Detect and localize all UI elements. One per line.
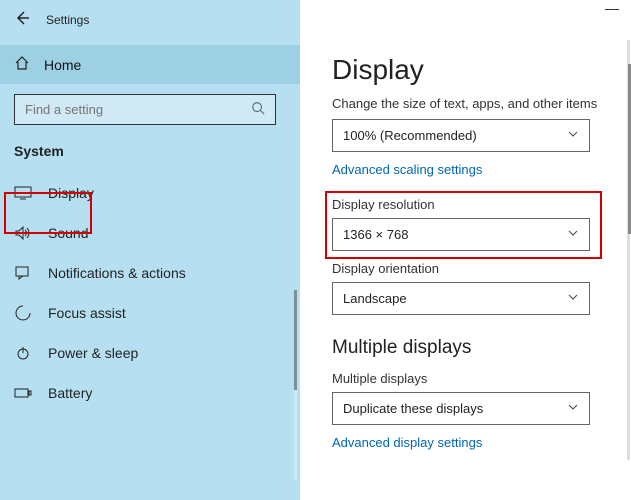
- chevron-down-icon: [567, 291, 579, 306]
- multiple-displays-select[interactable]: Duplicate these displays: [332, 392, 590, 425]
- window-title: Settings: [46, 13, 89, 27]
- scale-select[interactable]: 100% (Recommended): [332, 119, 590, 152]
- sidebar-scrollbar-thumb[interactable]: [294, 290, 297, 390]
- sidebar: Settings Home System Display: [0, 0, 300, 500]
- multiple-displays-label: Multiple displays: [332, 371, 611, 386]
- sidebar-item-label: Notifications & actions: [48, 265, 186, 281]
- notifications-icon: [14, 266, 32, 280]
- titlebar: Settings: [0, 6, 300, 37]
- focus-assist-icon: [14, 305, 32, 321]
- advanced-display-link[interactable]: Advanced display settings: [332, 435, 482, 450]
- sound-icon: [14, 226, 32, 240]
- orientation-value: Landscape: [343, 291, 407, 306]
- orientation-label: Display orientation: [332, 261, 611, 276]
- search-icon: [251, 101, 265, 118]
- scale-value: 100% (Recommended): [343, 128, 477, 143]
- advanced-scaling-link[interactable]: Advanced scaling settings: [332, 162, 482, 177]
- sidebar-item-label: Display: [48, 185, 94, 201]
- window: Settings Home System Display: [0, 0, 631, 500]
- sidebar-nav: Display Sound Notifications & actions Fo…: [0, 173, 300, 413]
- display-icon: [14, 186, 32, 200]
- sidebar-home[interactable]: Home: [0, 45, 300, 84]
- search-wrap: [0, 84, 300, 133]
- home-icon: [14, 55, 30, 74]
- back-icon[interactable]: [14, 10, 30, 29]
- home-label: Home: [44, 57, 81, 73]
- sidebar-category: System: [0, 133, 300, 163]
- sidebar-item-notifications[interactable]: Notifications & actions: [0, 253, 300, 293]
- sidebar-item-sound[interactable]: Sound: [0, 213, 300, 253]
- chevron-down-icon: [567, 401, 579, 416]
- search-field[interactable]: [25, 102, 251, 117]
- sidebar-item-power-sleep[interactable]: Power & sleep: [0, 333, 300, 373]
- minimize-button[interactable]: —: [605, 0, 619, 16]
- multiple-displays-heading: Multiple displays: [332, 337, 611, 359]
- chevron-down-icon: [567, 128, 579, 143]
- sidebar-item-label: Sound: [48, 225, 88, 241]
- highlight-resolution: [325, 191, 602, 259]
- search-input[interactable]: [14, 94, 276, 125]
- sidebar-item-label: Power & sleep: [48, 345, 138, 361]
- page-title: Display: [332, 54, 611, 86]
- power-icon: [14, 345, 32, 361]
- orientation-select[interactable]: Landscape: [332, 282, 590, 315]
- multiple-displays-value: Duplicate these displays: [343, 401, 483, 416]
- battery-icon: [14, 387, 32, 399]
- sidebar-item-display[interactable]: Display: [0, 173, 300, 213]
- sidebar-item-battery[interactable]: Battery: [0, 373, 300, 413]
- sidebar-item-focus-assist[interactable]: Focus assist: [0, 293, 300, 333]
- scale-label: Change the size of text, apps, and other…: [332, 96, 611, 111]
- sidebar-item-label: Focus assist: [48, 305, 126, 321]
- sidebar-item-label: Battery: [48, 385, 92, 401]
